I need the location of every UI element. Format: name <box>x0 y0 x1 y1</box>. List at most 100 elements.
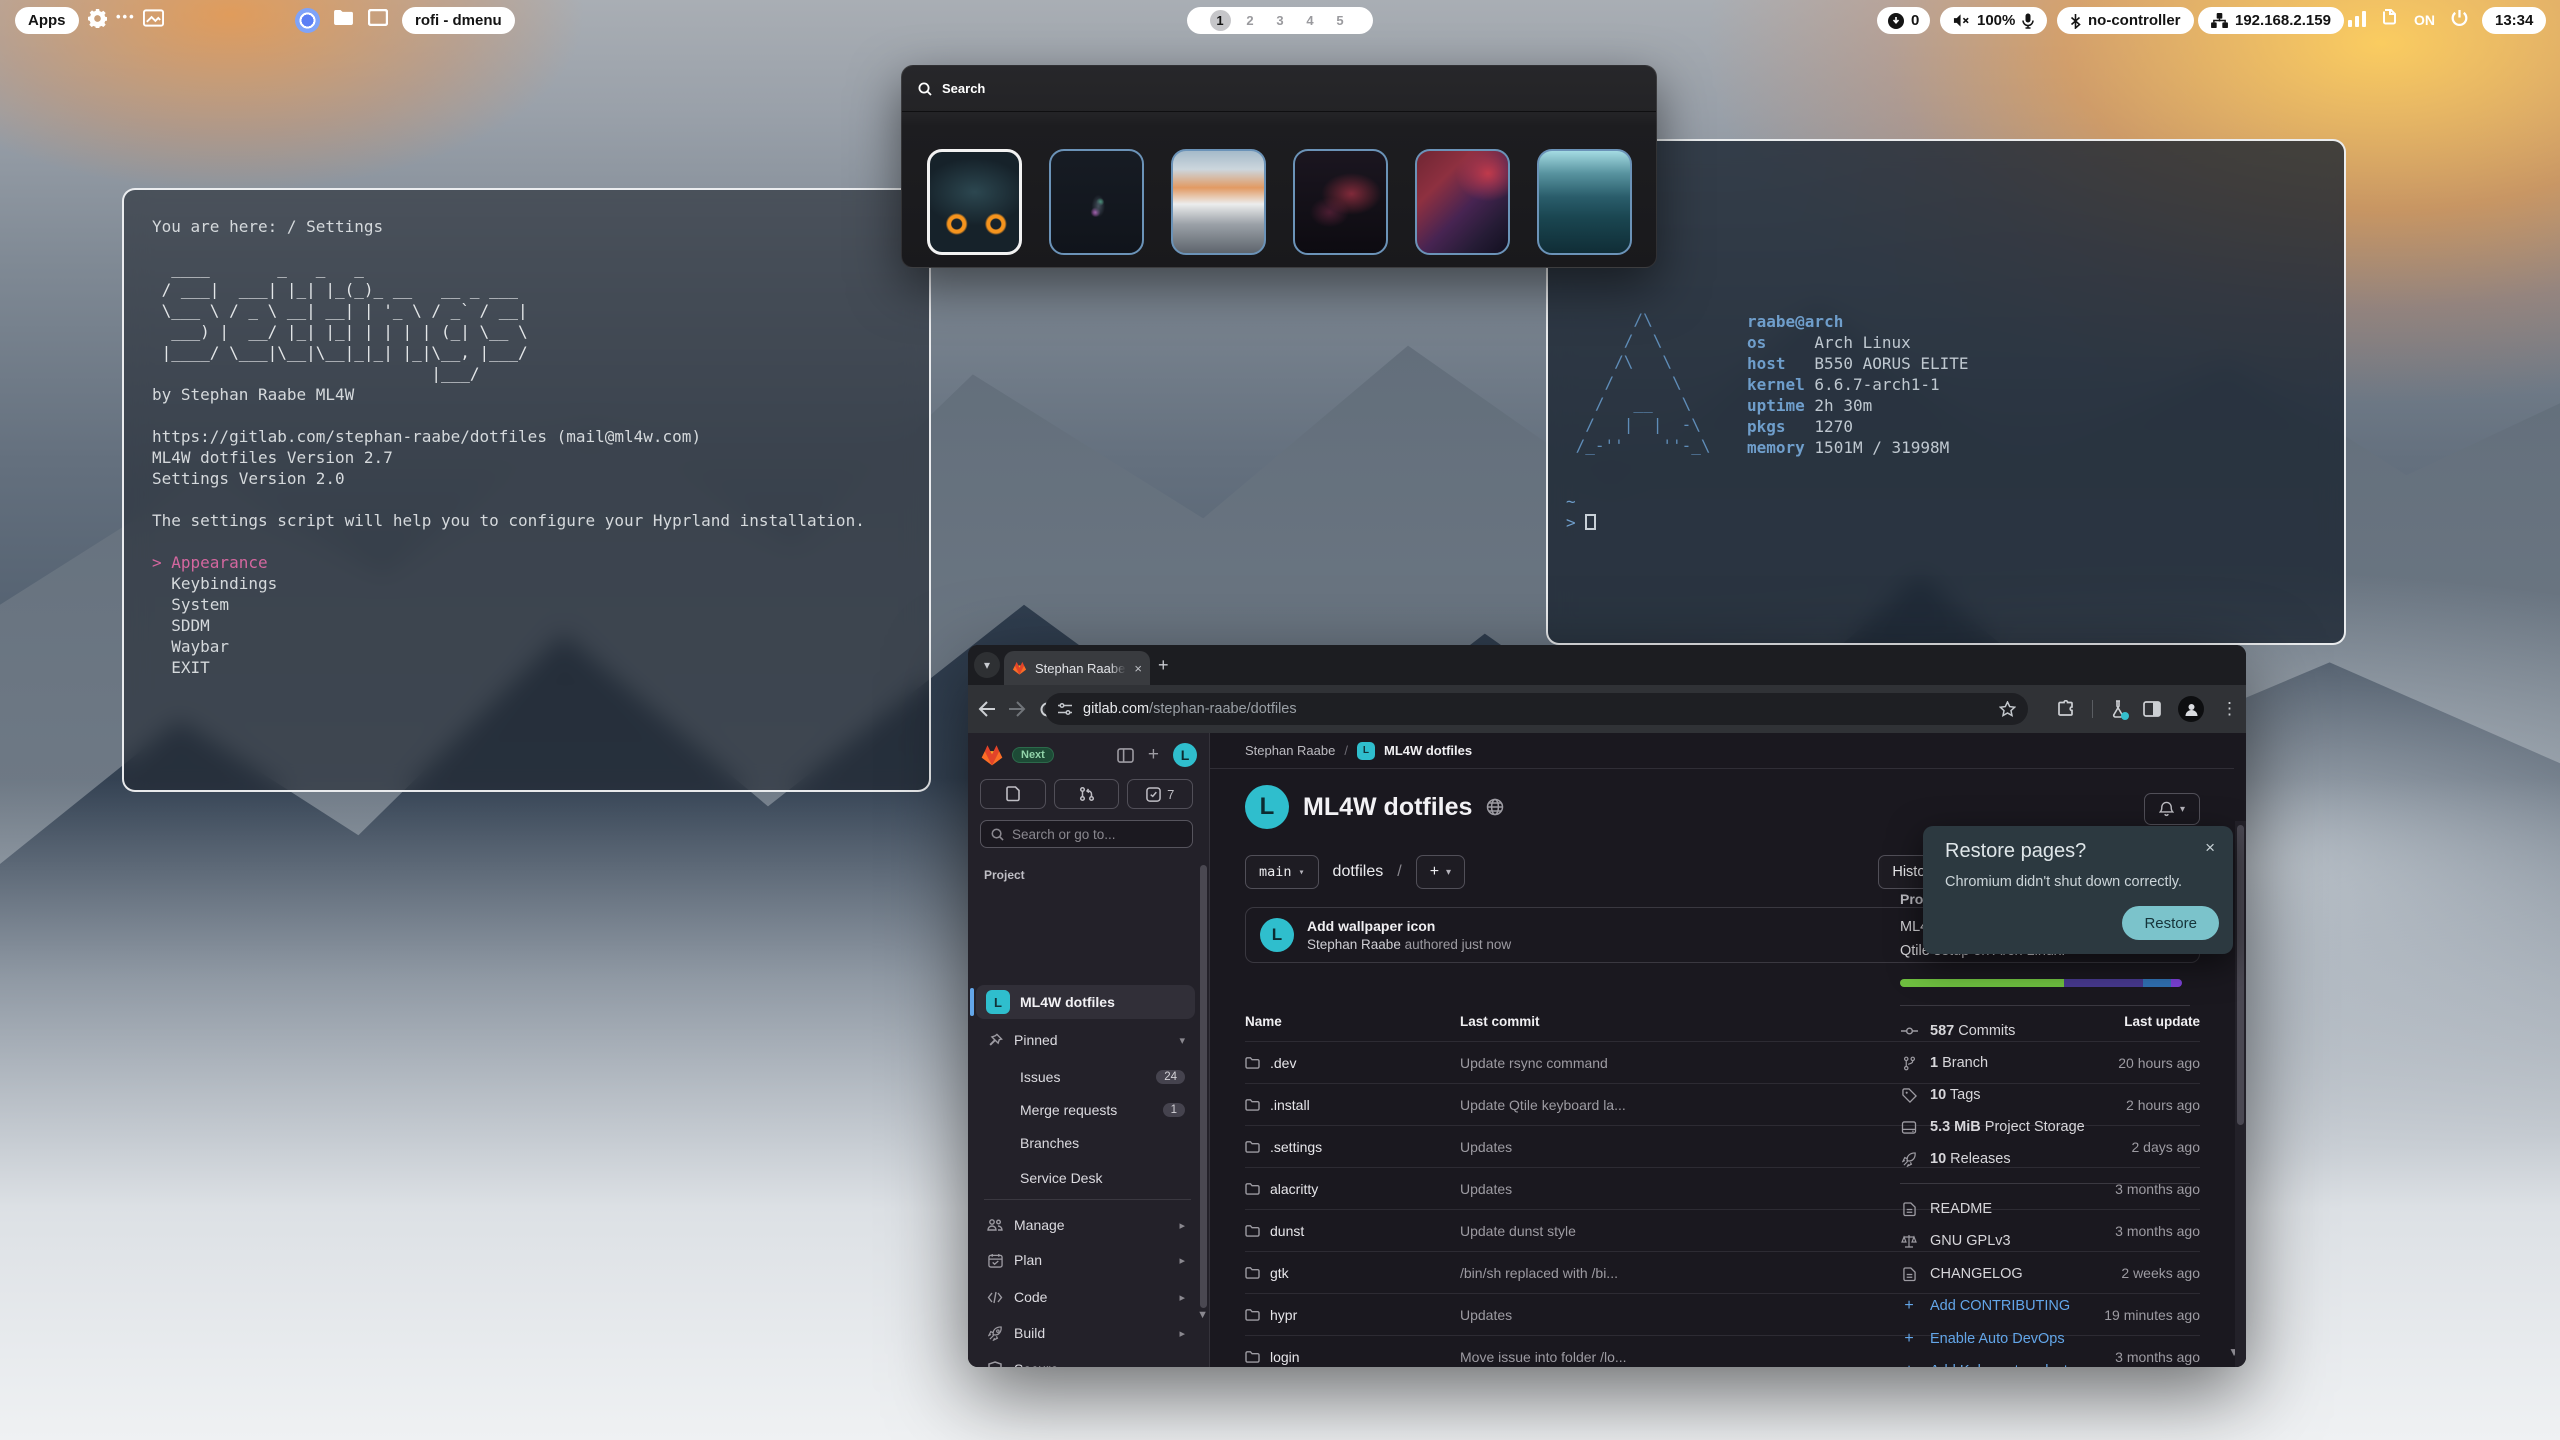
menu-item-appearance-selected[interactable]: > Appearance <box>152 552 901 573</box>
file-link[interactable]: .install <box>1245 1097 1460 1113</box>
user-avatar[interactable]: L <box>1173 743 1197 767</box>
site-settings-icon[interactable] <box>1057 701 1073 717</box>
file-link[interactable]: hypr <box>1245 1307 1460 1323</box>
extensions-icon[interactable] <box>2057 700 2075 718</box>
downloads-module[interactable]: 0 <box>1877 7 1930 34</box>
settings-terminal-window[interactable]: You are here: / Settings ____ _ _ _ / __… <box>122 188 931 792</box>
menu-item-sddm[interactable]: SDDM <box>152 615 901 636</box>
commit-title[interactable]: Add wallpaper icon <box>1307 918 1511 934</box>
workspace-2[interactable]: 2 <box>1240 10 1261 31</box>
wallpaper-thumb-5[interactable] <box>1415 149 1510 255</box>
screenshot-icon[interactable] <box>143 9 164 27</box>
file-link[interactable]: login <box>1245 1349 1460 1365</box>
sidebar-item-build[interactable]: Build ▸ <box>976 1316 1195 1350</box>
menu-item-keybindings[interactable]: Keybindings <box>152 573 901 594</box>
clock-module[interactable]: 13:34 <box>2482 7 2546 34</box>
issues-shortcut-button[interactable] <box>980 779 1046 809</box>
wallpaper-thumb-3[interactable] <box>1171 149 1266 255</box>
changelog-link[interactable]: CHANGELOG <box>1900 1266 2023 1282</box>
commit-author[interactable]: Stephan Raabe <box>1307 937 1401 952</box>
files-icon[interactable] <box>333 9 354 26</box>
sidebar-item-secure[interactable]: Secure ▸ <box>976 1352 1195 1367</box>
page-scrollbar[interactable] <box>2235 821 2246 1367</box>
sidebar-item-code[interactable]: Code ▸ <box>976 1280 1195 1314</box>
stat-branches[interactable]: 1 Branch <box>1900 1055 1988 1071</box>
menu-item-system[interactable]: System <box>152 594 901 615</box>
file-link[interactable]: gtk <box>1245 1265 1460 1281</box>
menu-item-waybar[interactable]: Waybar <box>152 636 901 657</box>
repo-path[interactable]: dotfiles <box>1333 863 1384 881</box>
more-dots-icon[interactable]: ••• <box>116 9 136 24</box>
sidebar-item-service-desk[interactable]: Service Desk <box>976 1161 1195 1195</box>
sidebar-item-merge-requests[interactable]: Merge requests 1 <box>976 1093 1195 1127</box>
stat-releases[interactable]: 10 Releases <box>1900 1151 2011 1167</box>
sidebar-item-manage[interactable]: Manage ▸ <box>976 1208 1195 1242</box>
workspace-1[interactable]: 1 <box>1210 10 1231 31</box>
close-icon[interactable]: × <box>2205 838 2215 858</box>
back-icon[interactable] <box>972 701 1002 717</box>
sidebar-toggle-icon[interactable] <box>1117 748 1134 763</box>
workspace-3[interactable]: 3 <box>1270 10 1291 31</box>
shell-prompt[interactable]: ~ > <box>1566 491 1596 533</box>
network-module[interactable]: 192.168.2.159 <box>2198 7 2344 34</box>
power-icon[interactable] <box>2451 9 2468 27</box>
sidebar-item-pinned[interactable]: Pinned ▾ <box>976 1023 1195 1057</box>
bars-icon[interactable] <box>2348 11 2366 27</box>
col-name[interactable]: Name <box>1245 1014 1460 1029</box>
tab-close-icon[interactable]: × <box>1134 661 1142 676</box>
wallpaper-thumb-2[interactable] <box>1049 149 1144 255</box>
todos-shortcut-button[interactable]: 7 <box>1127 779 1193 809</box>
breadcrumb-project[interactable]: ML4W dotfiles <box>1384 743 1472 758</box>
commit-author-avatar[interactable]: L <box>1260 918 1294 952</box>
workspace-5[interactable]: 5 <box>1330 10 1351 31</box>
wallpaper-thumb-1-selected[interactable] <box>927 149 1022 255</box>
breadcrumb-owner[interactable]: Stephan Raabe <box>1245 743 1335 758</box>
profile-avatar-icon[interactable] <box>2178 696 2204 722</box>
readme-link[interactable]: README <box>1900 1201 1992 1217</box>
sidebar-item-branches[interactable]: Branches <box>976 1126 1195 1160</box>
sidebar-scroll-down-icon[interactable]: ▼ <box>1197 1309 1208 1321</box>
merge-requests-shortcut-button[interactable] <box>1054 779 1120 809</box>
sidebar-scrollbar[interactable] <box>1200 865 1207 1308</box>
languages-bar[interactable] <box>1900 979 2182 987</box>
bluetooth-module[interactable]: no-controller <box>2057 7 2194 34</box>
menu-item-exit[interactable]: EXIT <box>152 657 901 678</box>
add-file-button[interactable]: + ▾ <box>1416 855 1465 889</box>
enable-auto-devops-link[interactable]: + Enable Auto DevOps <box>1900 1330 2065 1348</box>
url-bar[interactable]: gitlab.com/stephan-raabe/dotfiles <box>1045 693 2028 725</box>
clipboard-icon[interactable] <box>2381 9 2396 27</box>
branch-selector[interactable]: main ▾ <box>1245 855 1319 889</box>
bookmark-star-icon[interactable] <box>1999 701 2016 717</box>
tab-search-button[interactable]: ▾ <box>974 652 1000 678</box>
scrollbar-thumb[interactable] <box>2237 825 2244 1125</box>
gitlab-logo[interactable] <box>980 744 1004 766</box>
window-icon[interactable] <box>368 9 388 26</box>
file-link[interactable]: .dev <box>1245 1055 1460 1071</box>
chromium-icon[interactable] <box>295 8 320 33</box>
fetch-terminal-window[interactable]: /\ / \ /\ \ / \ / __ \ / | | -\ /_-'' ''… <box>1546 139 2346 645</box>
wallpaper-thumb-6[interactable] <box>1537 149 1632 255</box>
add-contributing-link[interactable]: + Add CONTRIBUTING <box>1900 1297 2070 1315</box>
gear-icon[interactable] <box>88 9 107 28</box>
license-link[interactable]: GNU GPLv3 <box>1900 1233 2011 1249</box>
volume-module[interactable]: 100% <box>1940 7 2047 34</box>
file-link[interactable]: .settings <box>1245 1139 1460 1155</box>
stat-storage[interactable]: 5.3 MiB Project Storage <box>1900 1119 2085 1135</box>
wallpaper-thumb-4[interactable] <box>1293 149 1388 255</box>
new-tab-button[interactable]: + <box>1158 655 1169 676</box>
stat-commits[interactable]: 587 Commits <box>1900 1023 2015 1039</box>
side-panel-icon[interactable] <box>2143 701 2161 717</box>
add-kubernetes-link[interactable]: + Add Kubernetes cluster <box>1900 1362 2081 1367</box>
active-tab[interactable]: Stephan Raabe / ML4W d × <box>1004 651 1150 685</box>
browser-menu-icon[interactable]: ⋮ <box>2221 699 2238 719</box>
sidebar-item-project[interactable]: L ML4W dotfiles <box>976 985 1195 1019</box>
experiments-beaker-icon[interactable] <box>2110 700 2126 718</box>
forward-icon[interactable] <box>1002 701 1032 717</box>
workspace-4[interactable]: 4 <box>1300 10 1321 31</box>
picker-search-bar[interactable]: Search <box>902 66 1656 112</box>
create-new-icon[interactable]: + <box>1148 744 1159 766</box>
gitlab-search-input[interactable]: Search or go to... <box>980 820 1193 848</box>
sidebar-item-issues[interactable]: Issues 24 <box>976 1060 1195 1094</box>
rofi-dmenu-label[interactable]: rofi - dmenu <box>402 7 515 34</box>
restore-button[interactable]: Restore <box>2122 906 2219 940</box>
